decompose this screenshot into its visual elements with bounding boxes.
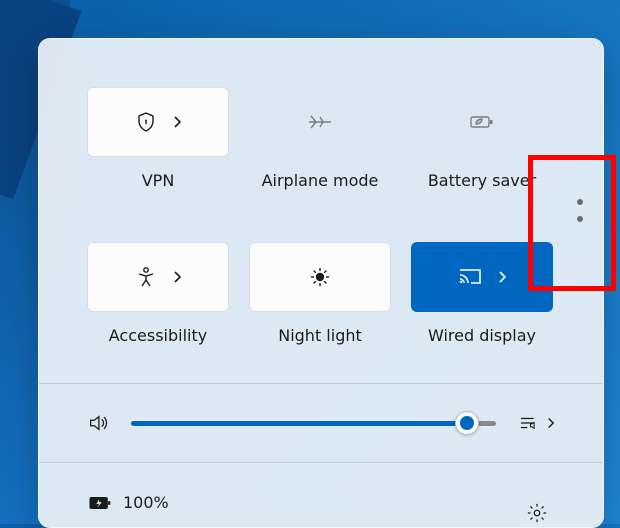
slider-thumb[interactable] bbox=[455, 411, 479, 435]
volume-slider[interactable] bbox=[131, 421, 496, 426]
tile-accessibility: Accessibility bbox=[87, 242, 229, 345]
cast-icon bbox=[457, 266, 483, 288]
tile-label: Battery saver bbox=[428, 171, 536, 190]
accessibility-icon bbox=[134, 265, 158, 289]
tile-label: Airplane mode bbox=[262, 171, 379, 190]
tile-label: VPN bbox=[142, 171, 175, 190]
row-gap bbox=[87, 202, 553, 230]
quick-tiles-grid: VPN Airplane mode bbox=[87, 87, 555, 345]
chevron-right-icon bbox=[172, 115, 182, 129]
battery-leaf-icon bbox=[468, 112, 496, 132]
volume-row bbox=[87, 412, 555, 434]
tile-battery-saver: Battery saver bbox=[411, 87, 553, 190]
battery-status[interactable]: 100% bbox=[87, 493, 555, 512]
chevron-right-icon bbox=[546, 416, 555, 430]
tile-wired-display: Wired display bbox=[411, 242, 553, 345]
brightness-icon bbox=[308, 265, 332, 289]
speaker-icon[interactable] bbox=[87, 412, 109, 434]
divider bbox=[39, 462, 603, 463]
night-light-button[interactable] bbox=[249, 242, 391, 312]
quick-settings-panel: VPN Airplane mode bbox=[38, 38, 604, 528]
wired-display-button[interactable] bbox=[411, 242, 553, 312]
divider bbox=[39, 383, 603, 384]
audio-output-button[interactable] bbox=[518, 413, 555, 433]
chevron-right-icon bbox=[497, 270, 507, 284]
more-options-button[interactable] bbox=[577, 199, 583, 222]
chevron-right-icon bbox=[172, 270, 182, 284]
tile-label: Night light bbox=[278, 326, 362, 345]
tile-label: Accessibility bbox=[109, 326, 207, 345]
battery-saver-button[interactable] bbox=[411, 87, 553, 157]
battery-percent-text: 100% bbox=[123, 493, 169, 512]
settings-button[interactable] bbox=[526, 502, 548, 524]
shield-lock-icon bbox=[134, 110, 158, 134]
airplane-icon bbox=[306, 111, 334, 133]
tile-label: Wired display bbox=[428, 326, 536, 345]
accessibility-button[interactable] bbox=[87, 242, 229, 312]
vpn-button[interactable] bbox=[87, 87, 229, 157]
airplane-mode-button[interactable] bbox=[249, 87, 391, 157]
tile-vpn: VPN bbox=[87, 87, 229, 190]
tile-night-light: Night light bbox=[249, 242, 391, 345]
tile-airplane: Airplane mode bbox=[249, 87, 391, 190]
battery-charging-icon bbox=[87, 494, 113, 512]
